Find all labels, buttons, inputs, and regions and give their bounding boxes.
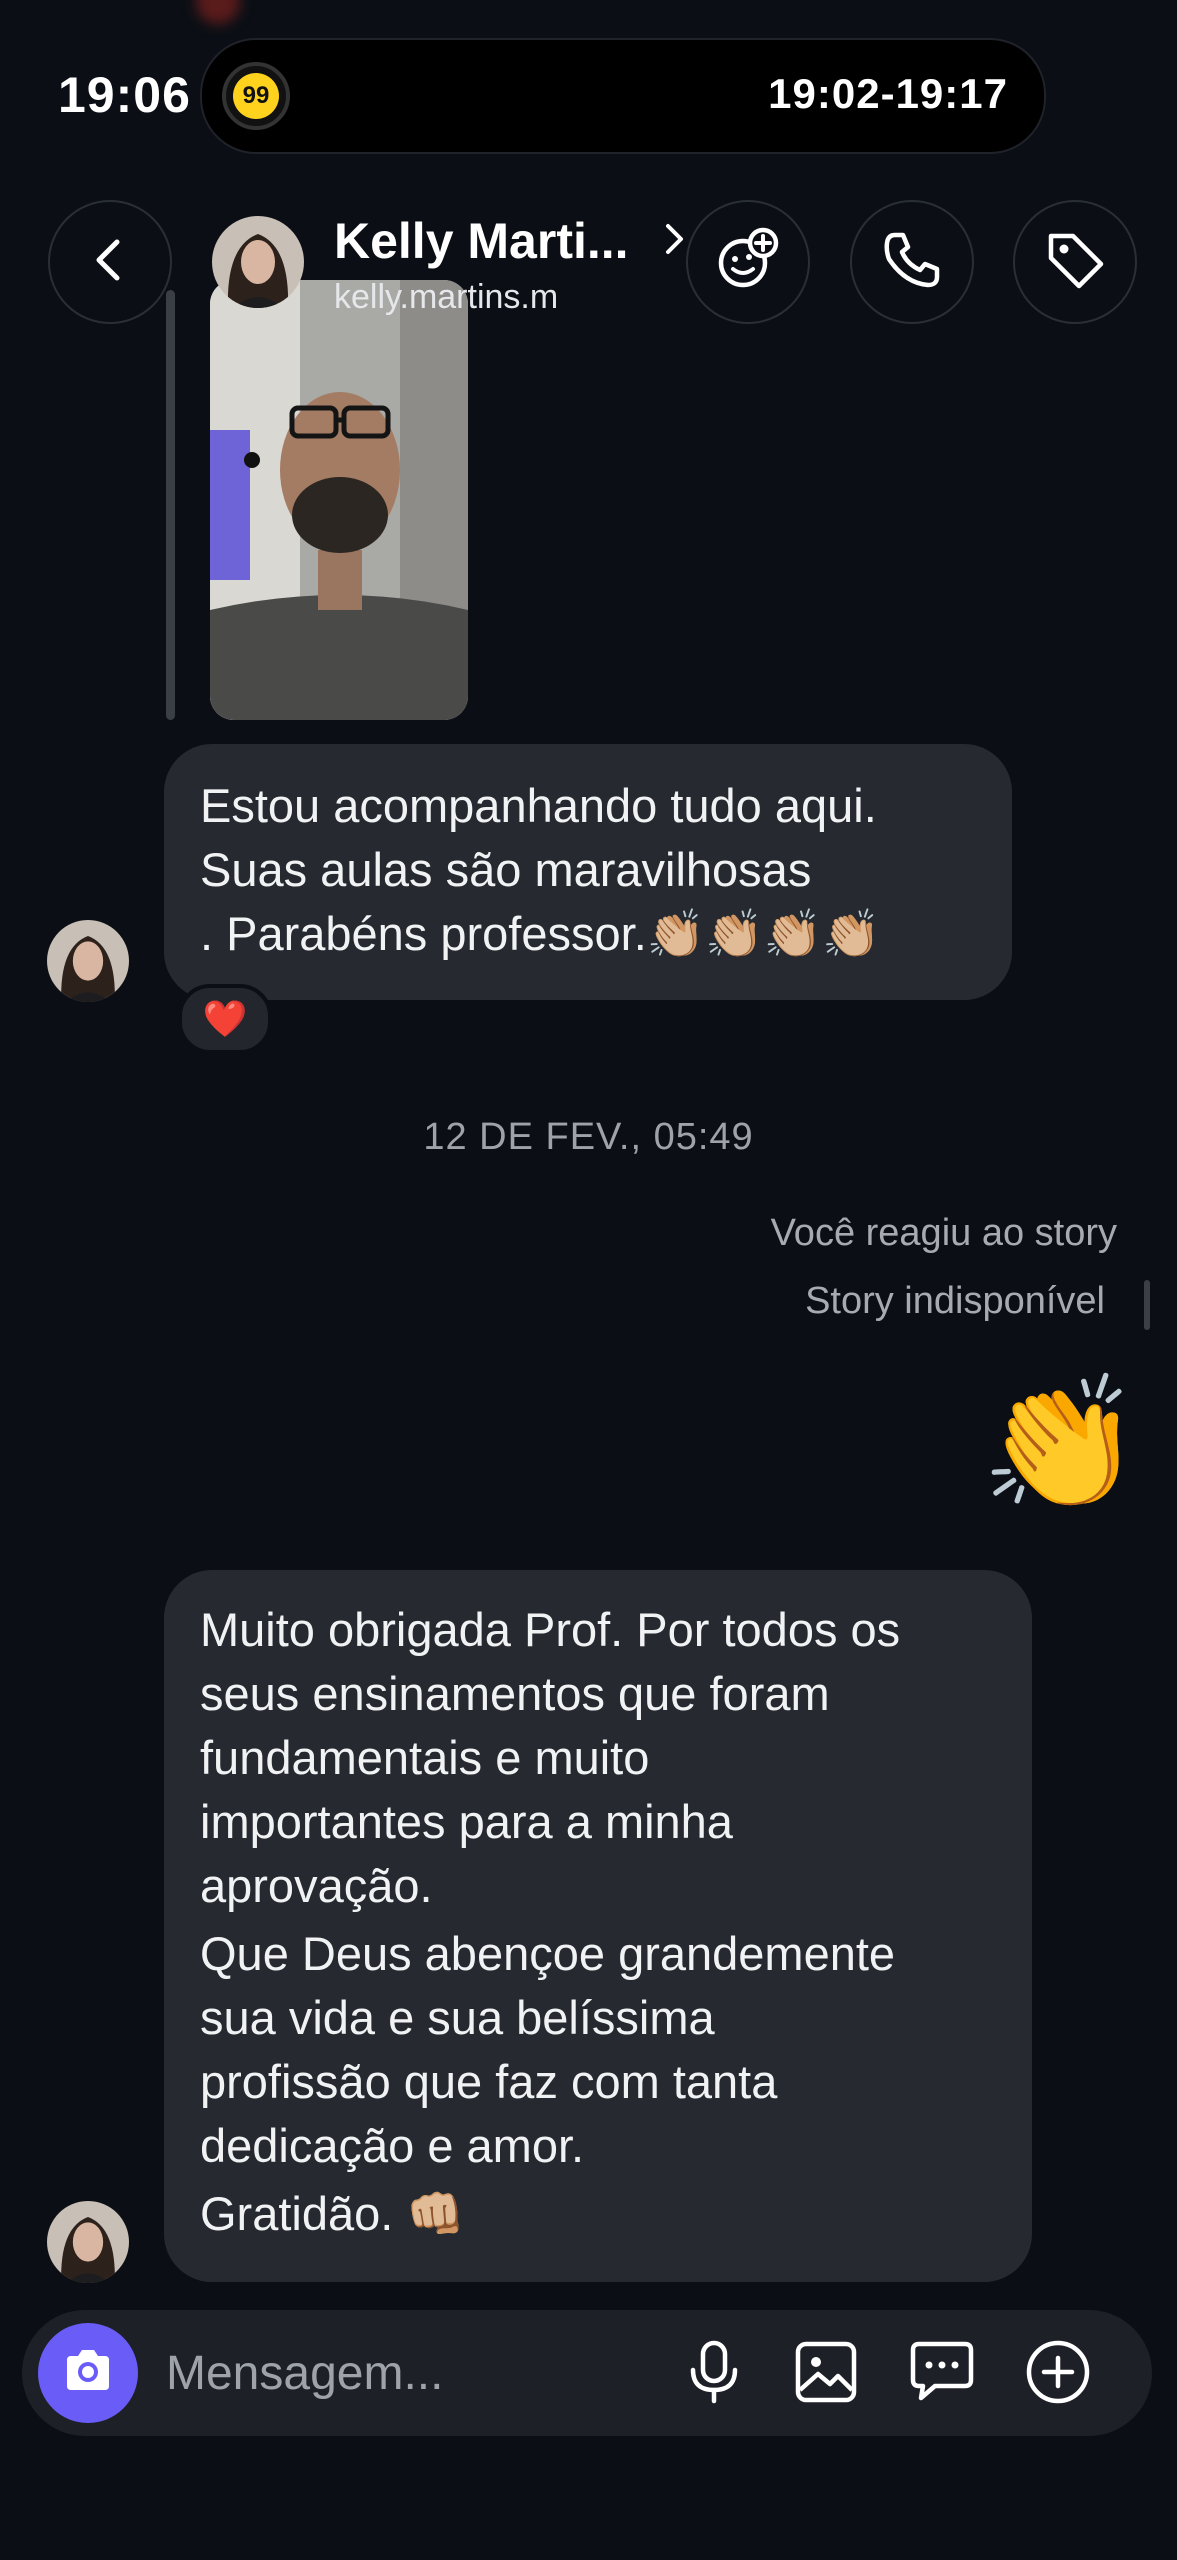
story-thumbnail[interactable]	[210, 280, 468, 720]
sent-emoji-message[interactable]: 👏	[980, 1368, 1142, 1518]
message-input[interactable]	[164, 2342, 648, 2404]
message-line: sua vida e sua belíssima	[200, 1991, 715, 2044]
chevron-left-icon	[86, 236, 134, 289]
back-button[interactable]	[48, 200, 172, 324]
live-activity-pill[interactable]: 99 19:02-19:17	[200, 38, 1046, 154]
heart-reaction[interactable]: ❤️	[178, 984, 272, 1054]
contact-username[interactable]: kelly.martins.m	[334, 278, 558, 317]
message-line: . Parabéns professor.👏🏼👏🏼👏🏼👏🏼	[200, 907, 881, 960]
notification-glow	[196, 0, 240, 24]
effects-button[interactable]	[686, 200, 810, 324]
message-line: seus ensinamentos que foram	[200, 1667, 830, 1720]
message-line: importantes para a minha	[200, 1795, 733, 1848]
message-line: fundamentais e muito	[200, 1731, 650, 1784]
microphone-icon[interactable]	[678, 2336, 750, 2408]
message-line: Suas aulas são maravilhosas	[200, 843, 812, 896]
sender-avatar[interactable]	[47, 2201, 129, 2283]
add-icon[interactable]	[1022, 2336, 1094, 2408]
chevron-right-icon	[664, 222, 686, 261]
gallery-icon[interactable]	[790, 2336, 862, 2408]
camera-button[interactable]	[38, 2323, 138, 2423]
message-line: dedicação e amor.	[200, 2119, 585, 2172]
story-unavailable-label: Story indisponível	[805, 1280, 1105, 1322]
chat-bubble-icon[interactable]	[906, 2336, 978, 2408]
message-line: profissão que faz com tanta	[200, 2055, 778, 2108]
camera-icon	[61, 2344, 115, 2403]
voice-call-button[interactable]	[850, 200, 974, 324]
phone-icon	[881, 229, 943, 296]
received-message-bubble[interactable]: Muito obrigada Prof. Por todos os seus e…	[164, 1570, 1032, 2282]
live-activity-time: 19:02-19:17	[768, 70, 1008, 117]
label-button[interactable]	[1013, 200, 1137, 324]
face-plus-icon	[713, 225, 783, 300]
status-time: 19:06	[58, 67, 191, 123]
ride-app-icon: 99	[222, 62, 290, 130]
ride-app-logo: 99	[233, 73, 279, 119]
message-line: Que Deus abençoe grandemente	[200, 1927, 896, 1980]
story-reply-bar	[1144, 1280, 1150, 1330]
sender-avatar[interactable]	[47, 920, 129, 1002]
received-message-bubble[interactable]: Estou acompanhando tudo aqui. Suas aulas…	[164, 744, 1012, 1000]
contact-name[interactable]: Kelly Marti...	[334, 212, 629, 270]
message-line: aprovação.	[200, 1859, 433, 1912]
contact-avatar[interactable]	[212, 216, 304, 308]
message-line: Muito obrigada Prof. Por todos os	[200, 1603, 901, 1656]
message-line: Estou acompanhando tudo aqui.	[200, 779, 877, 832]
story-reaction-note: Você reagiu ao story	[770, 1212, 1117, 1254]
tag-icon	[1043, 228, 1107, 297]
date-separator: 12 DE FEV., 05:49	[423, 1116, 754, 1158]
message-line: Gratidão. 👊🏼	[200, 2187, 465, 2240]
story-reply-bar	[166, 290, 175, 720]
